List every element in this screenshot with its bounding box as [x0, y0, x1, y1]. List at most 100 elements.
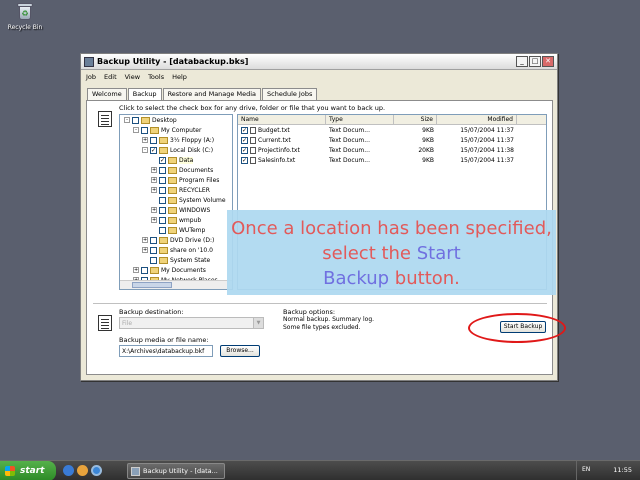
start-button[interactable]: start [0, 461, 56, 480]
recycle-bin-label: Recycle Bin [7, 24, 43, 31]
folder-icon [159, 256, 168, 264]
backup-media-input[interactable]: X:\Archives\databackup.bkf [119, 345, 213, 357]
tree-item[interactable]: + RECYCLER [120, 185, 232, 195]
expand-toggle-icon[interactable]: + [151, 167, 157, 173]
maximize-button[interactable]: □ [529, 56, 541, 67]
language-indicator[interactable]: EN [582, 466, 590, 473]
tree-checkbox[interactable] [141, 126, 148, 134]
tab-welcome[interactable]: Welcome [87, 88, 127, 100]
file-row[interactable]: ✓ Current.txt Text Docum... 9KB 15/07/2004 1… [238, 135, 546, 145]
expand-toggle-icon[interactable]: + [142, 237, 148, 243]
tree-item[interactable]: + Documents [120, 165, 232, 175]
tree-checkbox[interactable] [141, 266, 148, 274]
menu-edit[interactable]: Edit [104, 73, 117, 81]
expand-toggle-icon[interactable]: + [133, 267, 139, 273]
file-checkbox[interactable]: ✓ [241, 126, 248, 134]
folder-icon [150, 126, 159, 134]
column-modified[interactable]: Modified [437, 115, 517, 124]
column-type[interactable]: Type [326, 115, 394, 124]
backup-destination-select[interactable]: File ▼ [119, 317, 264, 329]
expand-toggle-icon[interactable]: - [124, 117, 130, 123]
file-modified-cell: 15/07/2004 11:37 [460, 126, 514, 134]
file-type-cell: Text Docum... [329, 136, 371, 144]
close-button[interactable]: ✕ [542, 56, 554, 67]
minimize-button[interactable]: _ [516, 56, 528, 67]
folder-icon [150, 266, 159, 274]
desktop-quicklaunch-icon[interactable] [63, 465, 74, 476]
expand-toggle-icon[interactable]: + [151, 217, 157, 223]
tree-checkbox[interactable] [150, 256, 157, 264]
media-quicklaunch-icon[interactable] [77, 465, 88, 476]
file-list-header: Name Type Size Modified [238, 115, 546, 125]
taskbar-backup-utility-button[interactable]: Backup Utility - [data... [127, 463, 225, 479]
column-size[interactable]: Size [394, 115, 437, 124]
tree-checkbox[interactable] [150, 236, 157, 244]
window-title: Backup Utility - [databackup.bks] [97, 57, 249, 66]
folder-tree[interactable]: - Desktop - My Computer +3½ Floppy (A:) - ✓ Loc… [119, 114, 233, 290]
tree-item[interactable]: - ✓ Local Disk (C:) [120, 145, 232, 155]
file-modified-cell: 15/07/2004 11:37 [460, 136, 514, 144]
file-row[interactable]: ✓ Salesinfo.txt Text Docum... 9KB 15/07/2004… [238, 155, 546, 165]
file-size-cell: 9KB [422, 136, 434, 144]
title-bar[interactable]: Backup Utility - [databackup.bks] _ □ ✕ [81, 54, 557, 70]
column-name[interactable]: Name [238, 115, 326, 124]
file-name: Current.txt [258, 136, 291, 144]
file-checkbox[interactable]: ✓ [241, 156, 248, 164]
menu-help[interactable]: Help [172, 73, 187, 81]
tree-checkbox[interactable]: ✓ [150, 146, 157, 154]
text-file-icon [250, 136, 256, 144]
expand-toggle-icon[interactable]: + [142, 137, 148, 143]
expand-toggle-icon[interactable]: + [151, 187, 157, 193]
tree-item[interactable]: System Volume [120, 195, 232, 205]
tree-checkbox[interactable] [159, 186, 166, 194]
tab-restore-and-manage-media[interactable]: Restore and Manage Media [162, 88, 261, 100]
expand-toggle-icon[interactable]: + [151, 177, 157, 183]
tree-item-label: WINDOWS [179, 206, 211, 214]
tree-item[interactable]: - Desktop [120, 115, 232, 125]
backup-destination-value: File [122, 320, 133, 327]
file-row[interactable]: ✓ Projectinfo.txt Text Docum... 20KB 15/07/2… [238, 145, 546, 155]
tree-item[interactable]: ✓ Data [120, 155, 232, 165]
file-checkbox[interactable]: ✓ [241, 146, 248, 154]
expand-toggle-icon[interactable]: - [133, 127, 139, 133]
tree-checkbox[interactable] [132, 116, 139, 124]
tree-item[interactable]: + My Documents [120, 265, 232, 275]
tree-checkbox[interactable] [150, 136, 157, 144]
file-checkbox[interactable]: ✓ [241, 136, 248, 144]
tree-item[interactable]: + share on '10.0 [120, 245, 232, 255]
tree-checkbox[interactable] [150, 246, 157, 254]
tree-item[interactable]: WUTemp [120, 225, 232, 235]
scrollbar-thumb[interactable] [132, 282, 172, 288]
menu-job[interactable]: Job [86, 73, 96, 81]
expand-toggle-icon[interactable]: + [142, 247, 148, 253]
tree-checkbox[interactable]: ✓ [159, 156, 166, 164]
tree-checkbox[interactable] [159, 176, 166, 184]
tree-item[interactable]: + wmpub [120, 215, 232, 225]
menu-tools[interactable]: Tools [148, 73, 164, 81]
tree-item[interactable]: + DVD Drive (D:) [120, 235, 232, 245]
tree-item[interactable]: +3½ Floppy (A:) [120, 135, 232, 145]
tree-item[interactable]: + WINDOWS [120, 205, 232, 215]
tree-item-label: share on '10.0 [170, 246, 213, 254]
tree-item[interactable]: - My Computer [120, 125, 232, 135]
tree-checkbox[interactable] [159, 206, 166, 214]
tab-schedule-jobs[interactable]: Schedule Jobs [262, 88, 318, 100]
tree-checkbox[interactable] [159, 196, 166, 204]
tree-checkbox[interactable] [159, 226, 166, 234]
expand-toggle-icon[interactable]: + [151, 207, 157, 213]
tree-horizontal-scrollbar[interactable] [120, 280, 232, 289]
tree-checkbox[interactable] [159, 166, 166, 174]
folder-icon [168, 186, 177, 194]
file-row[interactable]: ✓ Budget.txt Text Docum... 9KB 15/07/2004 11… [238, 125, 546, 135]
browse-button[interactable]: Browse... [220, 345, 260, 357]
recycle-bin-desktop-icon[interactable]: ♻ Recycle Bin [6, 2, 44, 31]
tree-item[interactable]: System State [120, 255, 232, 265]
expand-toggle-icon[interactable]: - [142, 147, 148, 153]
menu-view[interactable]: View [125, 73, 140, 81]
tree-item[interactable]: + Program Files [120, 175, 232, 185]
tree-item-label: Desktop [152, 116, 177, 124]
tree-item-label: Program Files [179, 176, 220, 184]
internet-explorer-icon[interactable] [91, 465, 102, 476]
tree-checkbox[interactable] [159, 216, 166, 224]
file-size-cell: 9KB [422, 126, 434, 134]
